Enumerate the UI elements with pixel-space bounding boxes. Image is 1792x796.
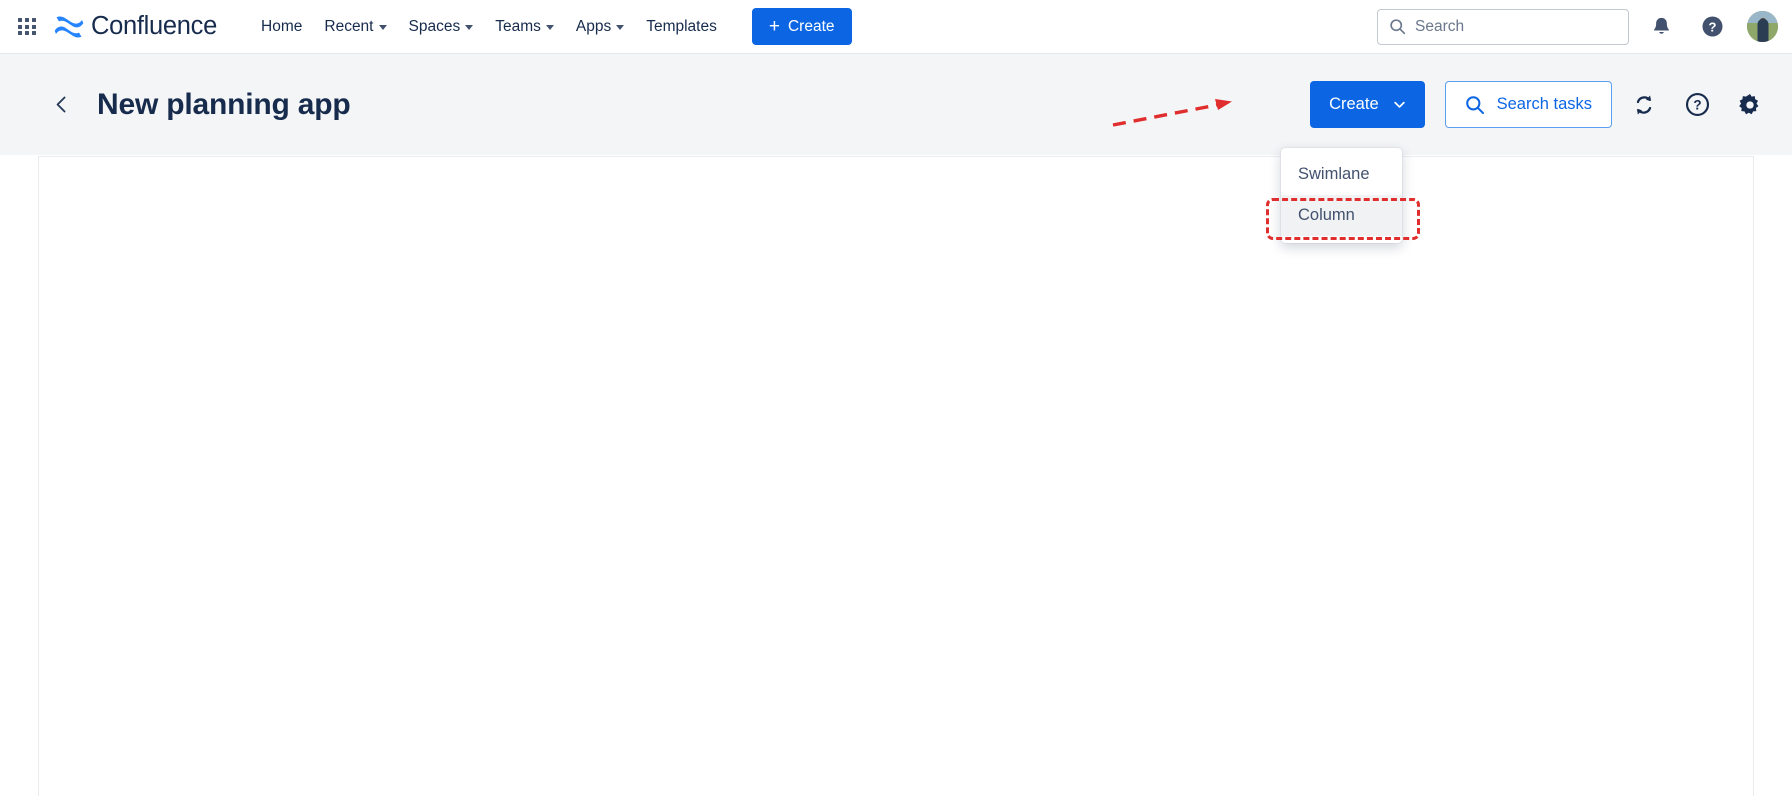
avatar-body — [1757, 19, 1768, 42]
sync-refresh-icon — [1636, 94, 1652, 115]
nav-item-teams[interactable]: Teams — [485, 11, 564, 43]
confluence-wordmark: Confluence — [91, 12, 218, 40]
nav-item-spaces[interactable]: Spaces — [399, 11, 484, 43]
chevron-down-icon — [1393, 101, 1405, 108]
plus-icon: + — [768, 16, 780, 37]
notifications-button[interactable] — [1642, 8, 1680, 46]
page-header: New planning app Create Search tasks ? — [0, 54, 1792, 155]
bell-icon — [1653, 17, 1669, 34]
back-button[interactable] — [44, 88, 78, 122]
primary-nav-links: Home Recent Spaces Teams Apps Templates — [251, 11, 727, 43]
help-circle-icon: ? — [1702, 16, 1722, 37]
planning-board-canvas[interactable] — [38, 156, 1754, 796]
nav-item-teams-label: Teams — [495, 17, 541, 35]
nav-item-recent-label: Recent — [324, 17, 374, 35]
chevron-down-icon — [465, 25, 474, 30]
help-button-page[interactable]: ? — [1676, 84, 1718, 126]
global-navigation-bar: Confluence Home Recent Spaces Teams Apps… — [0, 0, 1792, 54]
global-create-button-label: Create — [787, 17, 835, 35]
menu-item-column-label: Column — [1298, 206, 1355, 224]
nav-item-templates-label: Templates — [646, 17, 717, 35]
page-header-actions: Create Search tasks ? — [1310, 81, 1792, 128]
global-search-placeholder: Search — [1415, 17, 1465, 35]
menu-item-column[interactable]: Column — [1281, 195, 1402, 236]
help-button[interactable]: ? — [1693, 8, 1731, 46]
help-circle-outline-icon: ? — [1685, 92, 1709, 117]
confluence-logo-icon — [54, 16, 84, 37]
refresh-button[interactable] — [1623, 84, 1665, 126]
chevron-down-icon — [616, 25, 625, 30]
gear-icon — [1739, 93, 1759, 114]
nav-item-home-label: Home — [261, 17, 303, 35]
nav-item-apps-label: Apps — [575, 17, 612, 35]
nav-item-spaces-label: Spaces — [408, 17, 461, 35]
global-search-input[interactable]: Search — [1377, 8, 1629, 45]
chevron-down-icon — [545, 25, 554, 30]
settings-button[interactable] — [1729, 84, 1771, 126]
nav-item-apps[interactable]: Apps — [566, 11, 634, 43]
page-title: New planning app — [97, 87, 351, 121]
chevron-down-icon — [378, 25, 387, 30]
create-dropdown-menu: Swimlane Column — [1281, 148, 1402, 243]
search-tasks-button[interactable]: Search tasks — [1444, 81, 1612, 128]
search-icon — [1390, 19, 1406, 35]
svg-text:?: ? — [1708, 19, 1716, 34]
confluence-home-link[interactable]: Confluence — [54, 12, 217, 41]
create-dropdown-button[interactable]: Create — [1310, 81, 1425, 128]
app-switcher-button[interactable] — [11, 11, 43, 43]
nav-item-home[interactable]: Home — [251, 11, 312, 43]
global-create-button[interactable]: + Create — [751, 8, 852, 45]
menu-item-swimlane[interactable]: Swimlane — [1281, 154, 1402, 195]
menu-item-swimlane-label: Swimlane — [1298, 165, 1370, 183]
global-nav-right-cluster: Search ? — [1377, 8, 1792, 46]
user-avatar[interactable] — [1747, 11, 1778, 42]
app-switcher-grid-icon — [18, 17, 36, 36]
nav-item-templates[interactable]: Templates — [636, 11, 727, 43]
create-dropdown-button-label: Create — [1329, 95, 1379, 113]
svg-text:?: ? — [1693, 97, 1701, 112]
search-tasks-button-label: Search tasks — [1496, 95, 1592, 113]
nav-item-recent[interactable]: Recent — [314, 11, 396, 43]
search-icon — [1465, 95, 1484, 114]
chevron-left-icon — [56, 96, 65, 113]
